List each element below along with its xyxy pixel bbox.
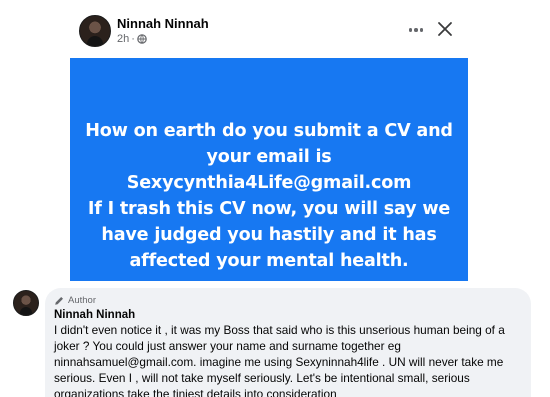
post-image[interactable]: How on earth do you submit a CV and your… [70,58,468,281]
post-image-text: How on earth do you submit a CV and your… [79,118,459,274]
comment-line: serious. Even I , will not take myself s… [54,371,470,385]
comment-avatar[interactable] [13,290,39,316]
comment-line: ninnahsamuel@gmail.com. imagine me using… [54,355,504,369]
author-badge: Author [54,294,522,307]
post-time[interactable]: 2h [117,33,129,45]
image-line: How on earth do you submit a CV and [85,120,453,141]
comment-text: I didn't even notice it , it was my Boss… [54,322,524,397]
more-options-icon[interactable] [406,20,426,40]
author-avatar[interactable] [79,15,111,47]
comment-line: I didn't even notice it , it was my Boss… [54,323,505,337]
image-line: Sexycynthia4Life@gmail.com [126,172,412,193]
image-line: affected your mental health. [129,250,409,271]
comment-line: organizations take the tiniest details i… [54,387,337,397]
comment-line: joker ? You could just answer your name … [54,339,401,353]
author-badge-label: Author [68,295,96,306]
image-line: your email is [206,146,332,167]
close-icon[interactable] [436,20,454,38]
post-author-name[interactable]: Ninnah Ninnah [117,16,209,31]
comment-bubble: Author Ninnah Ninnah I didn't even notic… [45,288,531,397]
pencil-icon [55,296,63,305]
post-header: Ninnah Ninnah 2h · [62,0,477,56]
globe-icon [137,34,147,44]
image-line: If I trash this CV now, you will say we [87,198,451,219]
post-card: Ninnah Ninnah 2h · How on earth do you s… [62,0,477,290]
image-line: have judged you hastily and it has [101,224,437,245]
post-meta: 2h · [117,33,147,45]
comment-author-name[interactable]: Ninnah Ninnah [54,309,522,321]
